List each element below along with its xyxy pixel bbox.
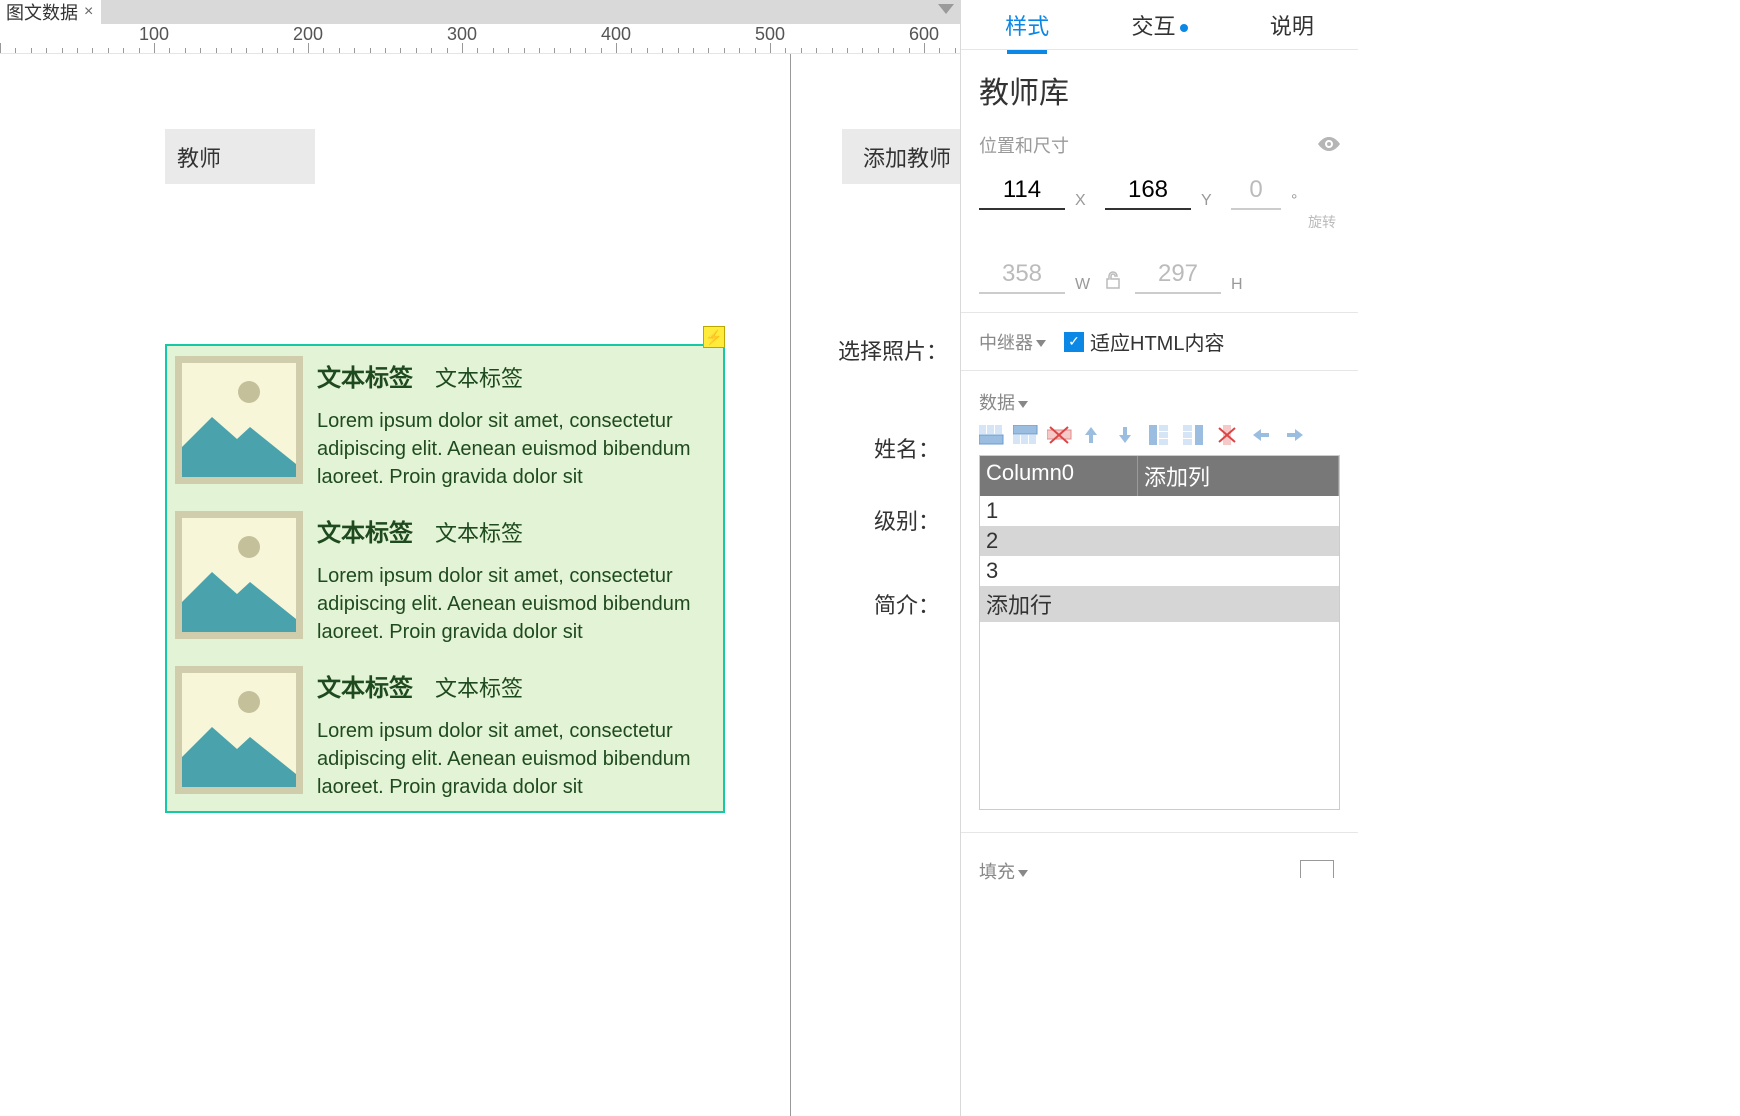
- ruler-label: 600: [909, 24, 939, 45]
- x-input[interactable]: [979, 172, 1065, 210]
- y-input[interactable]: [1105, 172, 1191, 210]
- list-item[interactable]: 文本标签 文本标签 Lorem ipsum dolor sit amet, co…: [167, 501, 723, 656]
- move-right-icon[interactable]: [1285, 425, 1311, 445]
- degree-label: °: [1291, 192, 1311, 210]
- chevron-down-icon: [1018, 401, 1028, 408]
- insert-row-below-icon[interactable]: [1013, 425, 1039, 445]
- height-input[interactable]: [1135, 256, 1221, 294]
- repeater-widget[interactable]: ⚡ 文本标签 文本标签 Lorem ipsum dolor sit amet, …: [165, 344, 725, 813]
- ruler-label: 500: [755, 24, 785, 45]
- fit-html-label: 适应HTML内容: [1090, 327, 1224, 356]
- image-placeholder[interactable]: [175, 666, 303, 794]
- h-label: h: [1231, 276, 1251, 294]
- widget-name[interactable]: 教师库: [961, 50, 1358, 124]
- tab-current[interactable]: 图文数据 ×: [0, 0, 101, 24]
- level-field-label: 级别：: [874, 504, 940, 536]
- list-item[interactable]: 文本标签 文本标签 Lorem ipsum dolor sit amet, co…: [167, 656, 723, 811]
- insert-col-right-icon[interactable]: [1183, 425, 1209, 445]
- inspector-panel: 样式 交互 说明 教师库 位置和尺寸 x y ° 旋转 w h 中继器 ✓ 适应…: [960, 0, 1358, 1116]
- add-teacher-button[interactable]: 添加教师: [842, 129, 972, 184]
- insert-col-left-icon[interactable]: [1149, 425, 1175, 445]
- guide-line: [790, 54, 791, 1116]
- tab-style[interactable]: 样式: [961, 9, 1093, 41]
- list-item[interactable]: 文本标签 文本标签 Lorem ipsum dolor sit amet, co…: [167, 346, 723, 501]
- item-body: Lorem ipsum dolor sit amet, consectetur …: [317, 562, 715, 646]
- interaction-bolt-icon[interactable]: ⚡: [703, 326, 725, 348]
- name-field-label: 姓名：: [874, 432, 940, 464]
- design-canvas[interactable]: 教师 添加教师 选择照片： 姓名： 级别： 简介： ⚡ 文本标签 文本标签 Lo…: [0, 54, 960, 1116]
- tab-desc[interactable]: 说明: [1226, 9, 1358, 41]
- page-tabbar: 图文数据 ×: [0, 0, 960, 24]
- tab-label: 图文数据: [6, 0, 78, 25]
- ruler-label: 300: [447, 24, 477, 45]
- table-row[interactable]: 3: [980, 556, 1339, 586]
- width-input[interactable]: [979, 256, 1065, 294]
- item-body: Lorem ipsum dolor sit amet, consectetur …: [317, 407, 715, 491]
- teacher-label-widget[interactable]: 教师: [165, 129, 315, 184]
- visibility-icon[interactable]: [1318, 134, 1340, 157]
- data-table[interactable]: Column0 添加列 1 2 3 添加行: [979, 455, 1340, 810]
- rotation-sublabel: 旋转: [961, 212, 1358, 232]
- data-toolbar: [961, 425, 1358, 455]
- move-up-icon[interactable]: [1081, 425, 1107, 445]
- move-down-icon[interactable]: [1115, 425, 1141, 445]
- item-title: 文本标签: [317, 668, 413, 703]
- image-placeholder[interactable]: [175, 356, 303, 484]
- x-label: x: [1075, 192, 1095, 210]
- fill-section-label[interactable]: 填充: [979, 862, 1028, 882]
- item-subtitle: 文本标签: [435, 361, 523, 393]
- image-placeholder[interactable]: [175, 511, 303, 639]
- close-icon[interactable]: ×: [84, 3, 93, 21]
- rotation-input[interactable]: [1231, 172, 1281, 210]
- fill-color-swatch[interactable]: [1300, 860, 1334, 878]
- ruler-label: 100: [139, 24, 169, 45]
- select-photo-label: 选择照片：: [838, 334, 948, 366]
- ruler-label: 200: [293, 24, 323, 45]
- delete-col-icon[interactable]: [1217, 425, 1243, 445]
- interaction-indicator-dot: [1180, 24, 1188, 32]
- table-row[interactable]: 1: [980, 496, 1339, 526]
- tab-dropdown-icon[interactable]: [938, 4, 954, 14]
- delete-row-icon[interactable]: [1047, 425, 1073, 445]
- insert-row-above-icon[interactable]: [979, 425, 1005, 445]
- item-subtitle: 文本标签: [435, 671, 523, 703]
- column-header-0[interactable]: Column0: [980, 456, 1138, 496]
- item-body: Lorem ipsum dolor sit amet, consectetur …: [317, 717, 715, 801]
- table-blank: [980, 622, 1339, 809]
- data-section-label[interactable]: 数据: [961, 371, 1358, 425]
- fit-html-checkbox[interactable]: ✓: [1064, 332, 1084, 352]
- tab-interact[interactable]: 交互: [1093, 9, 1225, 41]
- lock-icon[interactable]: [1105, 271, 1121, 294]
- table-row[interactable]: 2: [980, 526, 1339, 556]
- repeater-section-label[interactable]: 中继器: [979, 329, 1046, 355]
- intro-field-label: 简介：: [874, 588, 940, 620]
- chevron-down-icon: [1036, 340, 1046, 347]
- add-column-header[interactable]: 添加列: [1138, 456, 1339, 496]
- item-title: 文本标签: [317, 513, 413, 548]
- w-label: w: [1075, 276, 1095, 294]
- item-subtitle: 文本标签: [435, 516, 523, 548]
- add-row[interactable]: 添加行: [980, 586, 1339, 622]
- item-title: 文本标签: [317, 358, 413, 393]
- horizontal-ruler: 100 200 300 400 500 600: [0, 24, 960, 54]
- y-label: y: [1201, 192, 1221, 210]
- position-section-header: 位置和尺寸: [961, 124, 1358, 166]
- chevron-down-icon: [1018, 870, 1028, 877]
- move-left-icon[interactable]: [1251, 425, 1277, 445]
- ruler-label: 400: [601, 24, 631, 45]
- panel-tabs: 样式 交互 说明: [961, 0, 1358, 50]
